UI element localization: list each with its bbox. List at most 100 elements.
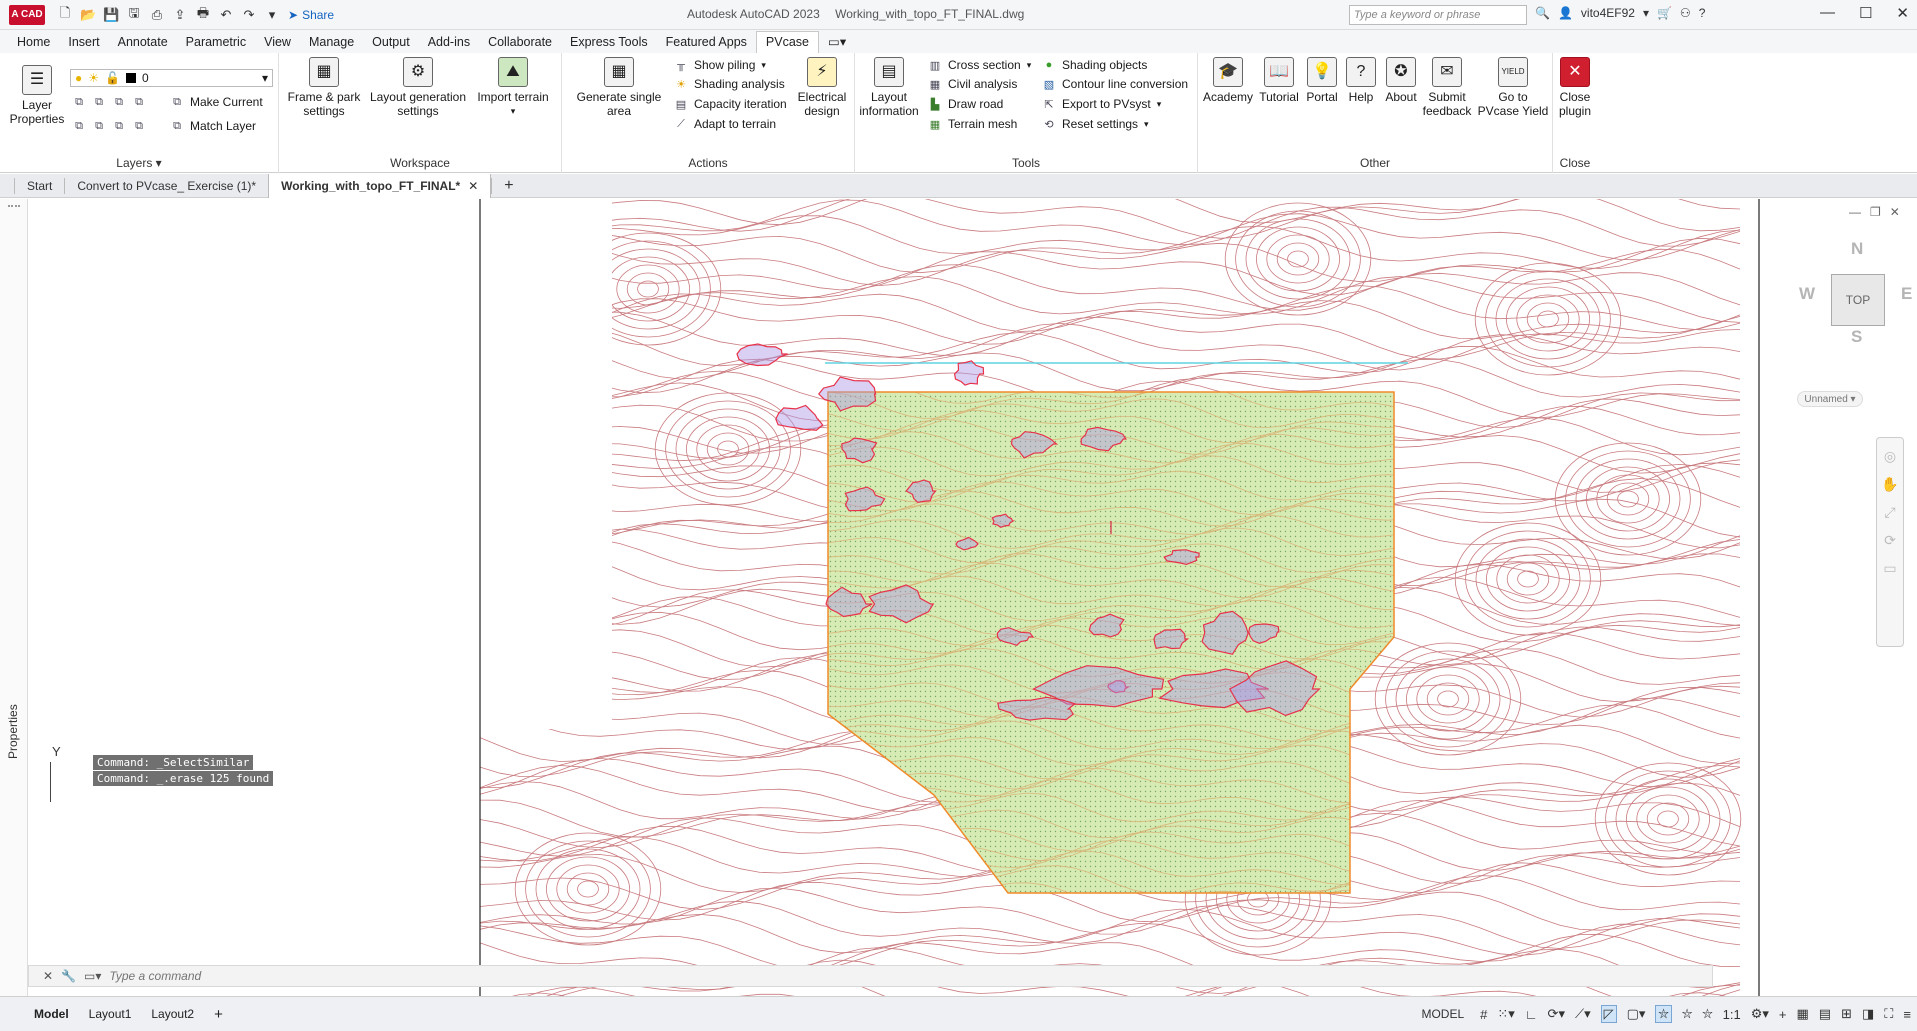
- file-tab-convert-exercise[interactable]: Convert to PVcase_ Exercise (1)*: [64, 177, 268, 194]
- viewcube-top-face[interactable]: TOP: [1831, 274, 1885, 326]
- tab-express-tools[interactable]: Express Tools: [561, 32, 657, 53]
- model-space-toggle[interactable]: MODEL: [1421, 1007, 1464, 1021]
- tab-home[interactable]: Home: [8, 32, 59, 53]
- open-web-icon[interactable]: ⎙: [149, 7, 165, 23]
- tab-manage[interactable]: Manage: [300, 32, 363, 53]
- tutorial-button[interactable]: 📖 Tutorial: [1254, 57, 1304, 104]
- tab-annotate[interactable]: Annotate: [109, 32, 177, 53]
- shading-objects-button[interactable]: ● Shading objects: [1042, 58, 1148, 72]
- layer-properties-button[interactable]: ☰ Layer Properties: [8, 65, 66, 126]
- academy-button[interactable]: 🎓 Academy: [1202, 57, 1254, 104]
- shading-zone[interactable]: [953, 360, 985, 386]
- go-to-yield-button[interactable]: YIELD Go to PVcase Yield: [1476, 57, 1550, 118]
- civil-analysis-button[interactable]: ▦ Civil analysis: [928, 77, 1018, 91]
- gear-icon[interactable]: ⚙▾: [1751, 1006, 1769, 1022]
- tab-view[interactable]: View: [255, 32, 300, 53]
- tab-featured-apps[interactable]: Featured Apps: [657, 32, 756, 53]
- file-tab-working-topo[interactable]: Working_with_topo_FT_FINAL* ✕: [268, 173, 492, 198]
- command-input[interactable]: [109, 969, 710, 983]
- clean-screen-icon[interactable]: ⛶: [1884, 1006, 1893, 1022]
- compass-north[interactable]: N: [1851, 239, 1863, 259]
- new-tab-button[interactable]: +: [491, 177, 525, 194]
- shading-analysis-button[interactable]: ☀ Shading analysis: [674, 77, 785, 91]
- orbit-icon[interactable]: ⟳: [1884, 532, 1896, 549]
- save-icon[interactable]: 💾: [103, 7, 119, 23]
- search-icon[interactable]: 🔍: [1535, 6, 1550, 20]
- capacity-iteration-button[interactable]: ▤ Capacity iteration: [674, 97, 787, 111]
- command-prompt-icon[interactable]: ▭▾: [84, 969, 101, 983]
- contour-line-conversion-button[interactable]: ▧ Contour line conversion: [1042, 77, 1188, 91]
- layer-dropdown[interactable]: ● ☀ 🔓 0 ▾: [70, 69, 273, 87]
- grid-icon[interactable]: #: [1480, 1007, 1487, 1022]
- user-icon[interactable]: 👤: [1558, 6, 1573, 20]
- close-window-icon[interactable]: ✕: [1896, 4, 1909, 22]
- layout-tab-layout2[interactable]: Layout2: [141, 1007, 204, 1021]
- isolate-objects-icon[interactable]: ◨: [1862, 1006, 1874, 1022]
- units-icon[interactable]: ▦: [1797, 1006, 1809, 1022]
- shading-zone[interactable]: [736, 343, 788, 367]
- layer-freeze-icon[interactable]: ⧉: [112, 95, 126, 109]
- steering-wheel-icon[interactable]: ◎: [1884, 448, 1896, 465]
- zoom-icon[interactable]: ⤢: [1884, 504, 1895, 521]
- ribbon-options-icon[interactable]: ▭▾: [819, 31, 855, 53]
- compass-west[interactable]: W: [1799, 284, 1815, 304]
- customize-dropdown-icon[interactable]: ▾: [264, 7, 280, 23]
- import-terrain-button[interactable]: ⛰ Import terrain ▾: [469, 57, 557, 118]
- ortho-icon[interactable]: ∟: [1525, 1007, 1538, 1022]
- connect-icon[interactable]: ⚇: [1680, 6, 1691, 20]
- electrical-design-button[interactable]: ⚡ Electrical design: [792, 57, 852, 118]
- drawing-svg[interactable]: [28, 199, 1917, 996]
- show-piling-button[interactable]: ╥ Show piling ▾: [674, 58, 766, 72]
- maximize-icon[interactable]: ☐: [1859, 4, 1872, 22]
- tab-add-ins[interactable]: Add-ins: [419, 32, 479, 53]
- viewport-restore-icon[interactable]: ❐: [1870, 205, 1881, 219]
- about-button[interactable]: ✪ About: [1380, 57, 1422, 104]
- close-commandline-icon[interactable]: ✕: [43, 969, 53, 983]
- draw-road-button[interactable]: ▙ Draw road: [928, 97, 1004, 111]
- layer-thaw-icon[interactable]: ⧉: [112, 119, 126, 133]
- add-layout-icon[interactable]: +: [204, 1006, 233, 1023]
- viewcube[interactable]: N S W E TOP: [1799, 239, 1917, 369]
- quick-properties-icon[interactable]: ▤: [1819, 1006, 1831, 1022]
- portal-button[interactable]: 💡 Portal: [1300, 57, 1344, 104]
- tab-collaborate[interactable]: Collaborate: [479, 32, 561, 53]
- user-name[interactable]: vito4EF92: [1581, 6, 1635, 20]
- isometric-icon[interactable]: ⟋▾: [1575, 1006, 1591, 1022]
- snap-icon[interactable]: ⁙▾: [1497, 1006, 1514, 1022]
- layer-unisolate-icon[interactable]: ⧉: [92, 119, 106, 133]
- layer-lock-icon[interactable]: ⧉: [132, 95, 146, 109]
- new-file-icon[interactable]: 🗋: [57, 4, 73, 26]
- properties-palette[interactable]: Properties: [0, 199, 28, 996]
- close-plugin-button[interactable]: ✕ Close plugin: [1553, 57, 1597, 118]
- layout-tab-layout1[interactable]: Layout1: [79, 1007, 142, 1021]
- plot-icon[interactable]: 🖶: [195, 4, 211, 26]
- submit-feedback-button[interactable]: ✉ Submit feedback: [1420, 57, 1474, 118]
- export-pvsyst-button[interactable]: ⇱ Export to PVsyst ▾: [1042, 97, 1161, 111]
- osnap-dropdown-icon[interactable]: ▢▾: [1627, 1006, 1646, 1022]
- layer-on-icon[interactable]: ⧉: [72, 119, 86, 133]
- save-web-icon[interactable]: ⇪: [172, 7, 188, 23]
- help-button[interactable]: ? Help: [1341, 57, 1381, 104]
- polar-icon[interactable]: ⟳▾: [1548, 1006, 1565, 1022]
- palette-grip-icon[interactable]: [8, 205, 20, 213]
- cross-section-button[interactable]: ▥ Cross section ▾: [928, 58, 1031, 72]
- cart-icon[interactable]: 🛒: [1657, 6, 1672, 20]
- help-search-input[interactable]: Type a keyword or phrase: [1349, 5, 1527, 25]
- match-layer-button[interactable]: ⧉ Match Layer: [170, 119, 256, 133]
- compass-south[interactable]: S: [1851, 327, 1862, 347]
- share-button[interactable]: ➤ Share: [288, 8, 334, 22]
- generate-single-area-button[interactable]: ▦ Generate single area: [572, 57, 666, 118]
- customize-commandline-icon[interactable]: 🔧: [61, 969, 76, 983]
- pv-layout-area[interactable]: [818, 372, 1408, 933]
- layout-generation-settings-button[interactable]: ⚙ Layout generation settings: [364, 57, 472, 118]
- make-current-button[interactable]: ⧉ Make Current: [170, 95, 263, 109]
- adapt-to-terrain-button[interactable]: ⟋ Adapt to terrain: [674, 117, 776, 131]
- frame-park-settings-button[interactable]: ▦ Frame & park settings: [283, 57, 365, 118]
- layout-tab-model[interactable]: Model: [24, 1007, 79, 1021]
- save-as-icon[interactable]: 🖫: [126, 4, 142, 26]
- tab-pvcase[interactable]: PVcase: [755, 31, 820, 53]
- redo-icon[interactable]: ↷: [241, 7, 257, 23]
- annotation-scale-value[interactable]: 1:1: [1723, 1007, 1741, 1022]
- showmotion-icon[interactable]: ▭: [1883, 560, 1896, 577]
- help-icon[interactable]: ?: [1699, 6, 1706, 20]
